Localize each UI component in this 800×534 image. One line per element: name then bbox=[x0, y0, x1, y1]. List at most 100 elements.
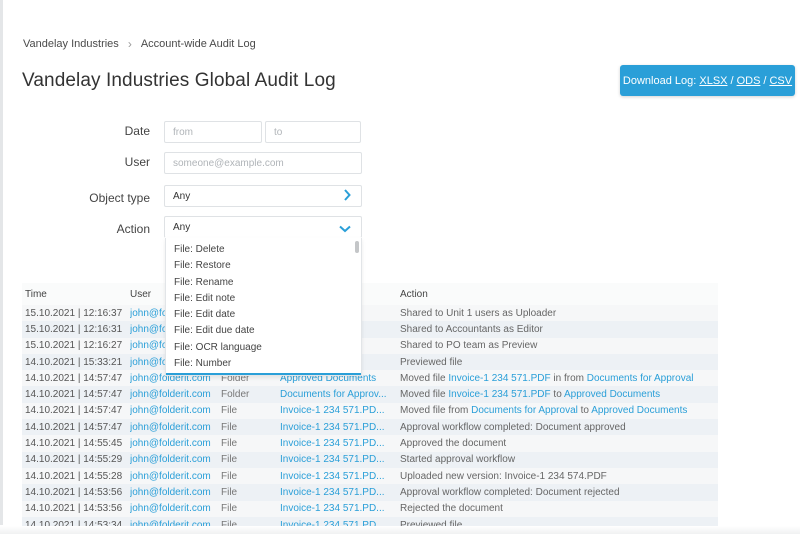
date-to-input[interactable]: to bbox=[265, 121, 361, 143]
cell-action: Shared to Unit 1 users as Uploader bbox=[400, 308, 718, 319]
table-body: 15.10.2021 | 12:16:37 john@folderit.com Sh… bbox=[22, 305, 718, 534]
user-label: User bbox=[124, 155, 150, 169]
action-link[interactable]: Documents for Approval bbox=[471, 405, 578, 416]
column-header-time: Time bbox=[25, 288, 47, 300]
dropdown-focus-edge bbox=[166, 373, 361, 375]
cell-action: Moved file Invoice-1 234 571.PDF to Appr… bbox=[400, 389, 718, 400]
download-csv-link[interactable]: CSV bbox=[769, 75, 792, 87]
column-header-action: Action bbox=[400, 288, 428, 300]
table-row: 14.10.2021 | 14:55:45 john@folderit.com Fi… bbox=[22, 435, 718, 452]
cell-time: 14.10.2021 | 14:55:45 bbox=[25, 438, 123, 450]
cell-type: File bbox=[221, 454, 238, 466]
cell-action: Moved file from Documents for Approval t… bbox=[400, 405, 718, 416]
cell-user[interactable]: john@folderit.com bbox=[130, 438, 221, 449]
action-label: Action bbox=[116, 222, 150, 236]
cell-object[interactable]: Invoice-1 234 571.PD... bbox=[280, 503, 400, 514]
dropdown-option[interactable]: File: Restore bbox=[166, 258, 361, 274]
action-select[interactable]: Any bbox=[164, 216, 362, 238]
dropdown-option[interactable]: File: Number bbox=[166, 356, 361, 372]
cell-type: File bbox=[221, 486, 238, 498]
cell-time: 15.10.2021 | 12:16:27 bbox=[25, 340, 123, 352]
cell-object[interactable]: Invoice-1 234 571.PD... bbox=[280, 487, 400, 498]
object-type-select[interactable]: Any bbox=[164, 185, 362, 207]
cell-time: 14.10.2021 | 14:55:29 bbox=[25, 454, 123, 466]
cell-type: File bbox=[221, 438, 238, 450]
cell-user[interactable]: john@folderit.com bbox=[130, 389, 221, 400]
dropdown-option[interactable]: File: Edit date bbox=[166, 307, 361, 323]
cell-user[interactable]: john@folderit.com bbox=[130, 503, 221, 514]
action-text: Shared to Unit 1 users as Uploader bbox=[400, 307, 557, 319]
cell-user[interactable]: john@folderit.com bbox=[130, 454, 221, 465]
date-from-input[interactable]: from bbox=[164, 121, 262, 143]
action-text: Approved the document bbox=[400, 438, 507, 450]
dropdown-option[interactable]: File: Delete bbox=[166, 242, 361, 258]
dropdown-option[interactable]: File: Rename bbox=[166, 275, 361, 291]
user-input[interactable]: someone@example.com bbox=[164, 152, 362, 174]
table-row: 14.10.2021 | 14:53:56 john@folderit.com Fi… bbox=[22, 500, 718, 517]
action-text: Moved file bbox=[400, 372, 449, 384]
action-text: Uploaded new version: Invoice-1 234 574.… bbox=[400, 470, 607, 482]
dropdown-option[interactable]: File: Edit due date bbox=[166, 323, 361, 339]
cell-action: Started approval workflow bbox=[400, 454, 718, 465]
action-link[interactable]: Invoice-1 234 571.PDF bbox=[448, 373, 550, 384]
action-value: Any bbox=[173, 221, 191, 233]
cell-time: 14.10.2021 | 15:33:21 bbox=[25, 356, 123, 368]
table-row: 14.10.2021 | 14:57:47 john@folderit.com Fi… bbox=[22, 402, 718, 420]
cell-action: Moved file Invoice-1 234 571.PDF in from… bbox=[400, 373, 718, 384]
breadcrumb-item-audit-log: Account-wide Audit Log bbox=[140, 38, 256, 50]
page-title: Vandelay Industries Global Audit Log bbox=[22, 70, 336, 91]
left-rail bbox=[0, 0, 3, 525]
action-text: Shared to Accountants as Editor bbox=[400, 323, 543, 335]
table-header: Time User Action bbox=[22, 283, 718, 305]
table-row: 14.10.2021 | 14:55:29 john@folderit.com Fi… bbox=[22, 451, 718, 468]
chevron-right-icon bbox=[343, 189, 351, 204]
cell-type: File bbox=[221, 421, 238, 433]
action-link[interactable]: Approved Documents bbox=[564, 389, 660, 400]
cell-type: File bbox=[221, 470, 238, 482]
cell-time: 14.10.2021 | 14:57:47 bbox=[25, 405, 123, 417]
cell-user[interactable]: john@folderit.com bbox=[130, 487, 221, 498]
table-row: 14.10.2021 | 14:55:28 john@folderit.com Fi… bbox=[22, 467, 718, 485]
breadcrumb-item-account[interactable]: Vandelay Industries bbox=[23, 38, 119, 50]
dropdown-option[interactable]: File: OCR language bbox=[166, 340, 361, 356]
action-dropdown-list: File: Delete File: Restore File: Rename … bbox=[165, 238, 362, 376]
cell-object[interactable]: Invoice-1 234 571.PD... bbox=[280, 454, 400, 465]
cell-time: 14.10.2021 | 14:53:56 bbox=[25, 503, 123, 515]
bottom-edge bbox=[0, 526, 800, 534]
table-row: 14.10.2021 | 15:33:21john@folderit.comPr… bbox=[22, 353, 718, 371]
action-link[interactable]: Documents for Approval bbox=[587, 373, 694, 384]
cell-object[interactable]: Invoice-1 234 571.PD... bbox=[280, 438, 400, 449]
cell-user[interactable]: john@folderit.com bbox=[130, 471, 221, 482]
cell-action: Approval workflow completed: Document re… bbox=[400, 487, 718, 498]
table-row: 14.10.2021 | 14:57:47 john@folderit.com Fo… bbox=[22, 386, 718, 403]
cell-time: 14.10.2021 | 14:55:28 bbox=[25, 470, 123, 482]
dropdown-option[interactable]: File: Edit note bbox=[166, 291, 361, 307]
cell-action: Approved the document bbox=[400, 438, 718, 449]
cell-action: Approval workflow completed: Document ap… bbox=[400, 422, 718, 433]
action-link[interactable]: Invoice-1 234 571.PDF bbox=[448, 389, 550, 400]
action-text: Approval workflow completed: Document ap… bbox=[400, 421, 626, 433]
cell-user[interactable]: john@folderit.com bbox=[130, 422, 221, 433]
table-row: 14.10.2021 | 14:53:56 john@folderit.com Fi… bbox=[22, 484, 718, 501]
cell-object[interactable]: Documents for Approv... bbox=[280, 389, 400, 400]
download-xlsx-link[interactable]: XLSX bbox=[699, 75, 727, 87]
cell-type: Folder bbox=[221, 389, 250, 401]
cell-action: Previewed file bbox=[400, 357, 718, 368]
cell-object[interactable]: Invoice-1 234 571.PD... bbox=[280, 471, 400, 482]
cell-object[interactable]: Invoice-1 234 571.PD... bbox=[280, 422, 400, 433]
action-link[interactable]: Approved Documents bbox=[591, 405, 687, 416]
table-row: 15.10.2021 | 12:16:37john@folderit.comSh… bbox=[22, 305, 718, 322]
table-row: 14.10.2021 | 14:57:47 john@folderit.com Fi… bbox=[22, 419, 718, 436]
cell-user[interactable]: john@folderit.com bbox=[130, 405, 221, 416]
action-text: in from bbox=[550, 372, 587, 384]
cell-action: Rejected the document bbox=[400, 503, 718, 514]
cell-action: Uploaded new version: Invoice-1 234 574.… bbox=[400, 471, 718, 482]
download-ods-link[interactable]: ODS bbox=[737, 75, 761, 87]
separator: / bbox=[730, 74, 734, 87]
table-row: 15.10.2021 | 12:16:31john@folderit.comSh… bbox=[22, 321, 718, 338]
action-text: to bbox=[550, 389, 564, 401]
cell-object[interactable]: Invoice-1 234 571.PD... bbox=[280, 405, 400, 416]
dropdown-scrollbar[interactable] bbox=[355, 241, 359, 253]
cell-type: File bbox=[221, 405, 238, 417]
chevron-right-icon: › bbox=[127, 37, 132, 51]
